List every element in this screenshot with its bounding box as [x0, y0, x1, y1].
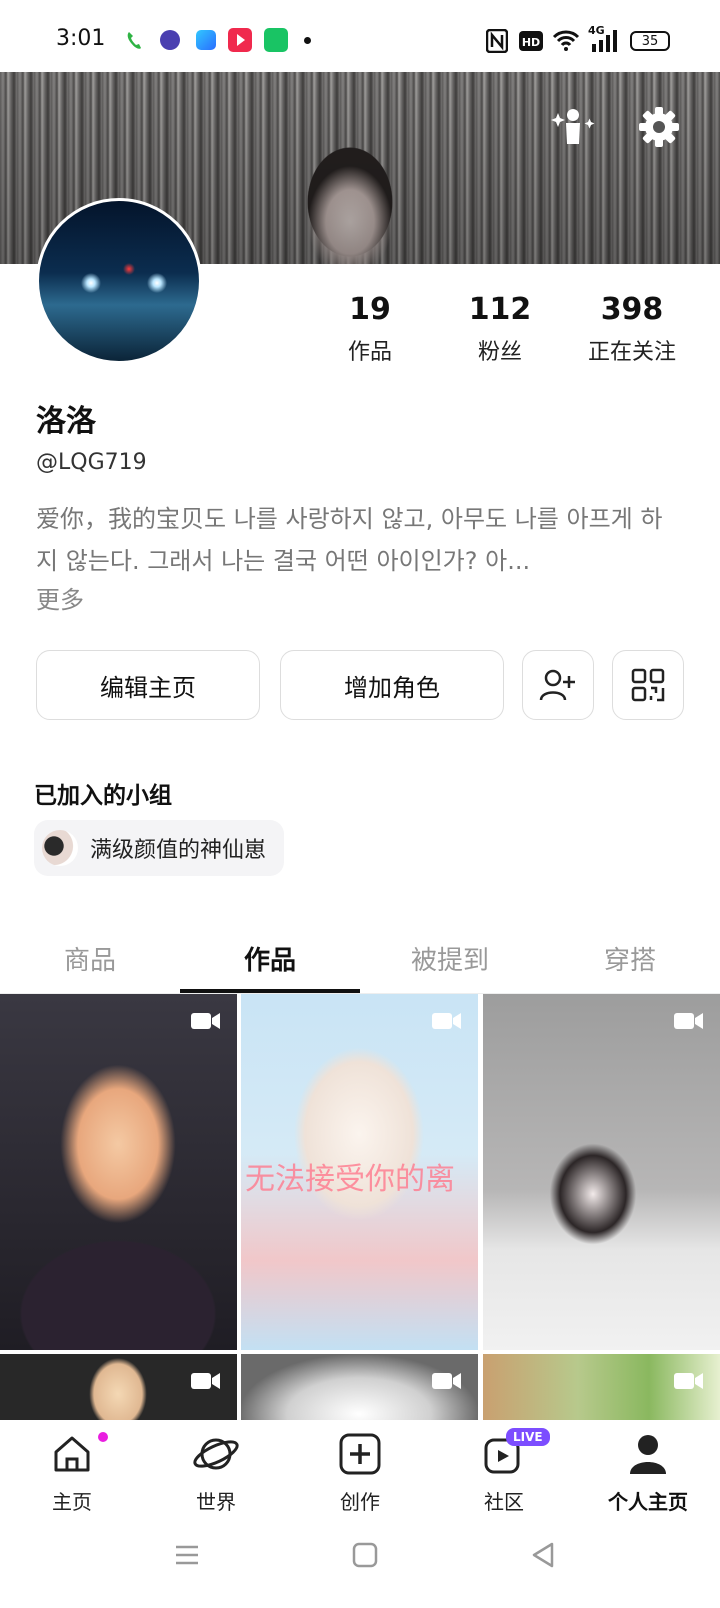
nav-profile[interactable]: 个人主页: [576, 1432, 720, 1515]
tab-mentioned[interactable]: 被提到: [360, 940, 540, 977]
qr-code-button[interactable]: [612, 650, 684, 720]
qr-code-icon: [631, 668, 665, 702]
wifi-icon: [552, 30, 580, 51]
work-tile[interactable]: [241, 1354, 478, 1424]
tab-outfits[interactable]: 穿搭: [540, 940, 720, 977]
svg-text:HD: HD: [522, 36, 540, 49]
nav-world[interactable]: 世界: [144, 1432, 288, 1515]
app-icon: [160, 30, 180, 50]
edit-profile-button[interactable]: 编辑主页: [36, 650, 260, 720]
tab-goods[interactable]: 商品: [0, 940, 180, 977]
stat-works-count: 19: [349, 292, 391, 327]
dot-icon: [304, 37, 311, 44]
avatar[interactable]: [36, 198, 202, 364]
nav-community-label: 社区: [484, 1490, 524, 1514]
work-tile[interactable]: [0, 1354, 237, 1424]
app-icon: [264, 28, 288, 52]
bio-more-link[interactable]: 更多: [36, 580, 84, 615]
stat-works[interactable]: 19 作品: [310, 292, 430, 366]
profile-name: 洛洛: [36, 404, 96, 439]
video-camera-icon: [674, 1373, 703, 1389]
system-nav-bar: [0, 1520, 720, 1608]
stat-followers-label: 粉丝: [477, 340, 522, 365]
nav-create-label: 创作: [340, 1490, 380, 1514]
video-camera-icon: [191, 1373, 220, 1389]
tile-overlay-text: 无法接受你的离: [245, 1162, 455, 1197]
nav-home[interactable]: 主页: [0, 1432, 144, 1515]
phone-icon: [127, 32, 141, 49]
nav-create[interactable]: 创作: [288, 1432, 432, 1515]
stat-following-count: 398: [600, 292, 664, 327]
video-camera-icon: [432, 1373, 461, 1389]
stat-followers[interactable]: 112 粉丝: [440, 292, 560, 366]
video-camera-icon: [432, 1013, 461, 1029]
nfc-icon: [486, 29, 508, 53]
nav-home-label: 主页: [52, 1490, 92, 1514]
app-icon: [196, 30, 216, 50]
live-badge: LIVE: [506, 1428, 550, 1446]
group-chip-label: 满级颜值的神仙崽: [90, 838, 267, 863]
notification-dot: [98, 1432, 108, 1442]
stat-works-label: 作品: [347, 340, 392, 365]
group-chip[interactable]: 满级颜值的神仙崽: [34, 820, 285, 876]
profile-handle: @LQG719: [36, 450, 147, 475]
stat-followers-count: 112: [468, 292, 532, 327]
profile-bio: 爱你，我的宝贝도 나를 사랑하지 않고, 아무도 나를 아프게 하지 않는다. …: [36, 505, 663, 575]
work-tile[interactable]: [483, 994, 720, 1350]
nav-community[interactable]: LIVE 社区: [432, 1428, 576, 1515]
stat-following-label: 正在关注: [587, 340, 676, 365]
nav-world-label: 世界: [196, 1490, 236, 1514]
video-camera-icon: [674, 1013, 703, 1029]
video-app-icon: [228, 28, 252, 52]
battery-icon: 35: [630, 31, 670, 51]
work-tile[interactable]: 无法接受你的离: [241, 994, 478, 1350]
back-triangle-icon[interactable]: [530, 1542, 556, 1568]
settings-gear-icon[interactable]: [638, 106, 680, 148]
create-plus-icon: [339, 1433, 381, 1475]
home-square-icon[interactable]: [352, 1542, 378, 1568]
character-pose-icon[interactable]: [550, 106, 596, 146]
video-camera-icon: [191, 1013, 220, 1029]
planet-icon: [193, 1438, 239, 1470]
add-role-button[interactable]: 增加角色: [280, 650, 504, 720]
work-tile[interactable]: [0, 994, 237, 1350]
add-friend-icon: [539, 669, 575, 701]
status-bar: 3:01 HD 4G 35: [0, 0, 720, 72]
add-friend-button[interactable]: [522, 650, 594, 720]
status-time: 3:01: [56, 26, 106, 51]
work-tile[interactable]: [483, 1354, 720, 1424]
hd-icon: HD: [519, 31, 543, 51]
stat-following[interactable]: 398 正在关注: [572, 292, 692, 366]
group-avatar: [42, 830, 78, 866]
person-icon: [630, 1435, 666, 1474]
nav-profile-label: 个人主页: [608, 1490, 688, 1514]
battery-level: 35: [641, 33, 659, 49]
home-icon: [54, 1436, 90, 1472]
joined-groups-title: 已加入的小组: [34, 783, 172, 809]
tab-works[interactable]: 作品: [180, 940, 360, 977]
menu-icon[interactable]: [174, 1542, 200, 1568]
signal-icon: [592, 30, 617, 52]
